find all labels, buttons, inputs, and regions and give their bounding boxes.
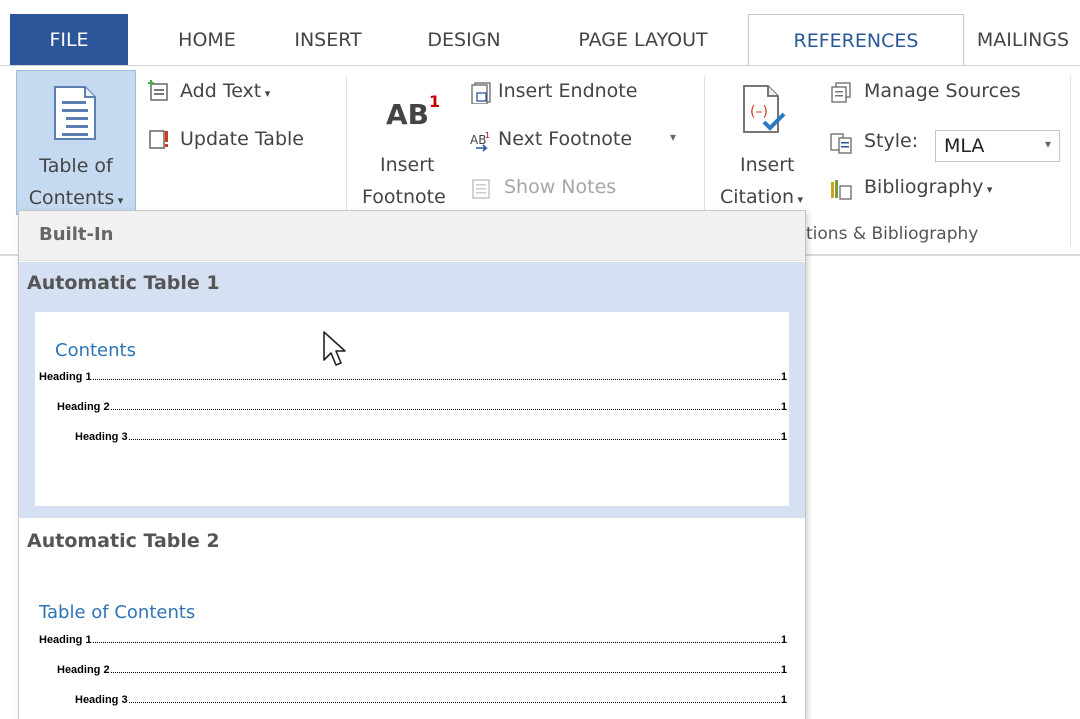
mouse-pointer-icon <box>323 331 346 366</box>
next-footnote-icon: AB 1 <box>470 131 490 152</box>
manage-sources-button[interactable]: Manage Sources <box>864 80 1021 102</box>
style-label: Style: <box>864 130 919 152</box>
section-header-built-in: Built-In <box>19 211 805 261</box>
show-notes-button[interactable]: Show Notes <box>504 176 616 198</box>
gallery-item-automatic-table-2[interactable]: Automatic Table 2 Table of Contents Head… <box>19 518 805 719</box>
tab-home[interactable]: HOME <box>152 14 262 66</box>
chevron-down-icon: ▾ <box>1044 137 1051 151</box>
toc-preview-row: Heading 11 <box>39 634 787 646</box>
footnote-icon: AB1 <box>386 92 441 131</box>
update-table-button[interactable]: Update Table <box>180 128 304 150</box>
add-text-icon <box>148 80 168 101</box>
toc-button-label-line2: Contents ▾ <box>28 187 124 209</box>
toc-preview-row: Heading 11 <box>39 371 787 383</box>
toc-preview-row: Heading 31 <box>75 431 787 443</box>
toc-preview-heading: Contents <box>55 340 136 361</box>
toc-button-label-line1: Table of <box>39 155 113 177</box>
section-header-label: Built-In <box>39 224 114 245</box>
next-footnote-button[interactable]: Next Footnote <box>498 128 632 150</box>
insert-citation-icon: (–) <box>743 85 786 133</box>
citation-style-icon <box>830 133 852 154</box>
gallery-item-automatic-table-1[interactable]: Automatic Table 1 Contents Heading 11 He… <box>19 262 805 518</box>
gallery-item-title: Automatic Table 1 <box>27 272 220 294</box>
chevron-down-icon: ▾ <box>983 183 993 196</box>
svg-text:(–): (–) <box>750 104 768 120</box>
svg-text:1: 1 <box>485 131 490 140</box>
insert-citation-label-line1: Insert <box>740 154 795 176</box>
chevron-down-icon: ▾ <box>114 194 124 207</box>
tab-references[interactable]: REFERENCES <box>748 14 964 68</box>
citations-group-label: tions & Bibliography <box>806 224 979 244</box>
tab-page-layout[interactable]: PAGE LAYOUT <box>548 14 738 66</box>
tab-file[interactable]: FILE <box>10 14 128 66</box>
tab-design[interactable]: DESIGN <box>412 14 516 66</box>
tab-mailings[interactable]: MAILINGS <box>966 14 1080 66</box>
toc-preview-row: Heading 31 <box>75 694 787 706</box>
table-of-contents-gallery: Built-In Automatic Table 1 Contents Head… <box>18 210 806 719</box>
manage-sources-icon <box>831 82 851 103</box>
toc-preview: Contents Heading 11 Heading 21 Heading 3… <box>35 312 789 506</box>
citation-style-select[interactable]: MLA ▾ <box>935 130 1060 162</box>
insert-citation-button[interactable]: (–) Insert Citation ▾ <box>716 70 816 215</box>
toc-preview-heading: Table of Contents <box>39 602 196 623</box>
citation-style-value: MLA <box>944 135 985 157</box>
update-table-icon <box>149 130 168 149</box>
show-notes-icon <box>472 179 490 199</box>
next-footnote-dropdown-arrow[interactable]: ▾ <box>670 130 676 144</box>
chevron-down-icon: ▾ <box>261 87 271 100</box>
bibliography-button[interactable]: Bibliography ▾ <box>864 176 992 198</box>
bibliography-icon <box>831 180 852 200</box>
ribbon-tab-bar: FILE HOME INSERT DESIGN PAGE LAYOUT REFE… <box>0 0 1080 68</box>
chevron-down-icon: ▾ <box>794 193 804 206</box>
insert-citation-label-line2: Citation ▾ <box>720 186 804 208</box>
insert-endnote-icon <box>471 82 491 104</box>
insert-footnote-button[interactable]: AB1 Insert Footnote <box>360 70 456 215</box>
toc-preview-row: Heading 21 <box>57 401 787 413</box>
toc-preview-row: Heading 21 <box>57 664 787 676</box>
toc-preview: Table of Contents Heading 11 Heading 21 … <box>19 564 805 719</box>
insert-endnote-button[interactable]: Insert Endnote <box>498 80 637 102</box>
insert-footnote-label-line1: Insert <box>380 154 435 176</box>
tab-insert[interactable]: INSERT <box>278 14 378 66</box>
group-separator <box>1070 76 1071 246</box>
table-of-contents-button[interactable]: Table of Contents ▾ <box>16 70 136 215</box>
insert-footnote-label-line2: Footnote <box>362 186 446 208</box>
add-text-button[interactable]: Add Text ▾ <box>180 80 270 102</box>
gallery-item-title: Automatic Table 2 <box>27 530 220 552</box>
table-of-contents-icon <box>54 86 96 140</box>
